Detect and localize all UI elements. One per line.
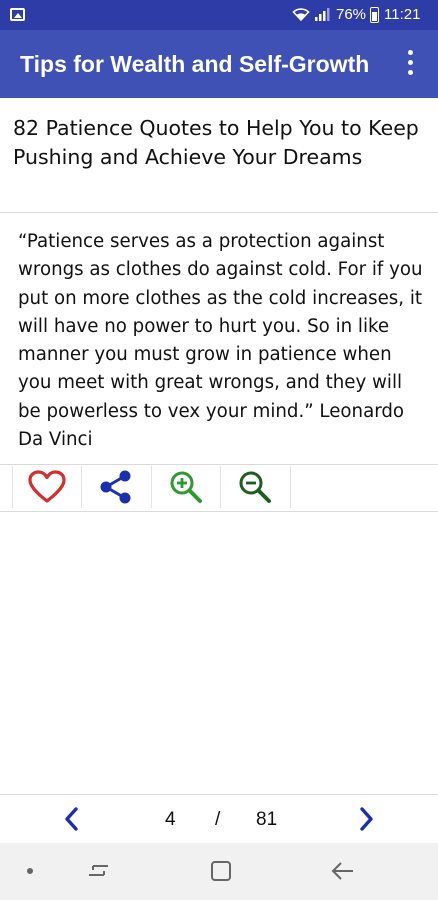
pager: 4 / 81 [0,795,438,843]
action-separator [290,466,291,508]
zoom-out-icon [239,471,271,503]
battery-percent: 76% [336,6,367,23]
share-icon [100,470,131,504]
dot-icon[interactable] [8,855,52,887]
title-divider [0,212,438,213]
app-title: Tips for Wealth and Self-Growth [20,51,370,77]
quote-text: “Patience serves as a protection against… [18,231,423,451]
action-bar [0,464,438,510]
article-title: 82 Patience Quotes to Help You to Keep P… [13,116,419,169]
app-bar: Tips for Wealth and Self-Growth [0,30,438,98]
back-icon[interactable] [321,855,365,887]
share-button[interactable] [82,466,150,508]
next-page-button[interactable] [346,801,386,837]
signal-icon [315,8,330,21]
battery-icon [370,7,379,23]
wifi-icon [292,8,310,22]
page-separator: / [215,809,221,830]
recent-apps-icon[interactable] [77,855,121,887]
zoom-in-button[interactable] [152,466,220,508]
gallery-icon [10,8,25,21]
actions-bottom-divider [0,511,438,512]
more-vert-icon[interactable] [398,48,422,78]
zoom-in-icon [170,471,202,503]
status-time: 11:21 [384,6,421,23]
status-bar: 76% 11:21 [0,0,438,30]
chevron-left-icon [65,807,78,831]
current-page: 4 [165,809,176,830]
home-icon[interactable] [199,855,243,887]
favorite-button[interactable] [13,466,81,508]
heart-icon [28,470,66,503]
navigation-bar [0,843,438,900]
previous-page-button[interactable] [52,801,92,837]
chevron-right-icon [360,807,373,831]
total-pages: 81 [256,809,278,830]
zoom-out-button[interactable] [221,466,289,508]
